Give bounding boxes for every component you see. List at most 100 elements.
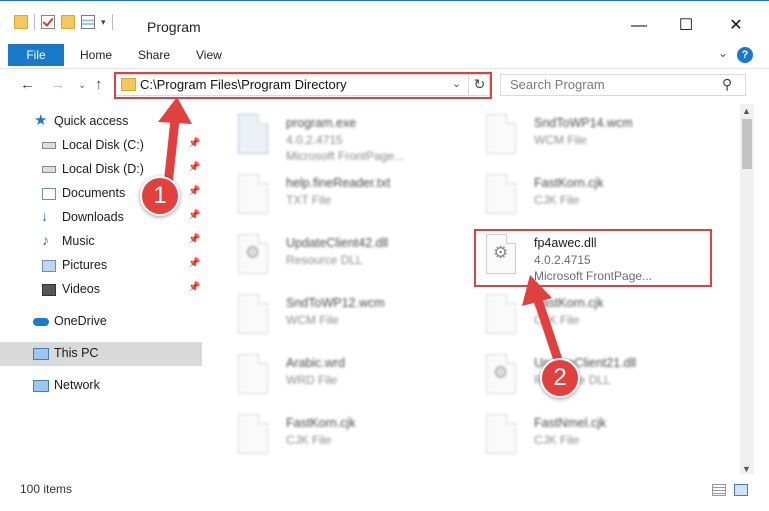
close-button[interactable]: ✕	[713, 12, 759, 40]
sidebar-item-label: Documents	[62, 186, 126, 200]
scroll-up-arrow-icon[interactable]: ▲	[742, 106, 751, 116]
file-type: CJK File	[286, 433, 332, 447]
tab-share[interactable]: Share	[138, 48, 170, 62]
documents-icon	[42, 188, 56, 200]
sidebar-item-videos[interactable]: Videos 📌	[0, 278, 202, 302]
sidebar-item-this-pc[interactable]: This PC	[0, 342, 202, 366]
file-version: 4.0.2.4715	[286, 133, 343, 147]
window-title: Program	[147, 19, 201, 35]
music-icon: ♪	[42, 232, 49, 248]
file-name: help.fineReader.txt	[286, 176, 391, 190]
network-icon	[33, 380, 49, 392]
sidebar-item-music[interactable]: ♪ Music 📌	[0, 230, 202, 254]
sidebar-item-label: Local Disk (D:)	[62, 162, 144, 176]
file-item[interactable]: FastKorn.cjk CJK File	[472, 288, 702, 348]
maximize-button[interactable]: ☐	[663, 12, 709, 40]
sidebar-item-network[interactable]: Network	[0, 374, 202, 398]
sidebar-item-label: Pictures	[62, 258, 108, 272]
file-name: UpdateClient42.dll	[286, 236, 389, 250]
scrollbar-thumb[interactable]	[742, 119, 752, 169]
tab-view[interactable]: View	[196, 48, 222, 62]
pin-icon[interactable]: 📌	[188, 138, 200, 149]
file-icon	[486, 174, 516, 214]
file-item[interactable]: SndToWP12.wcm WCM File	[224, 288, 454, 348]
folder-icon[interactable]	[14, 15, 28, 29]
sidebar-item-onedrive[interactable]: OneDrive	[0, 310, 202, 334]
customize-toolbar-chevron-icon[interactable]: ▾	[101, 17, 106, 28]
computer-icon	[33, 348, 49, 360]
file-icon	[238, 354, 268, 394]
file-name: SndToWP14.wcm	[534, 116, 633, 130]
file-item[interactable]: program.exe 4.0.2.4715 Microsoft FrontPa…	[224, 108, 454, 168]
forward-arrow-icon[interactable]: →	[50, 76, 65, 93]
help-icon[interactable]: ?	[737, 47, 753, 63]
file-name: FastKorn.cjk	[534, 296, 604, 310]
sidebar-item-label: Network	[54, 378, 100, 392]
toolbar-separator	[111, 14, 113, 30]
pin-icon[interactable]: 📌	[188, 186, 200, 197]
callout-badge-2: 2	[540, 358, 580, 398]
file-item[interactable]: ⚙ UpdateClient42.dll Resource DLL	[224, 228, 454, 288]
file-description: Microsoft FrontPage...	[286, 149, 405, 163]
file-item[interactable]: ⚙ UpdateClient21.dll Resource DLL	[472, 348, 702, 408]
file-name: FastNmel.cjk	[534, 416, 607, 430]
pictures-icon	[42, 260, 56, 272]
sidebar-item-quick-access[interactable]: ★ Quick access	[0, 110, 202, 134]
sidebar-item-label: This PC	[54, 346, 99, 360]
up-arrow-icon[interactable]: ↑	[95, 76, 103, 93]
file-type: TXT File	[286, 193, 332, 207]
file-item[interactable]: help.fineReader.txt TXT File	[224, 168, 454, 228]
expand-ribbon-chevron-icon[interactable]: ⌄	[718, 46, 728, 60]
toolbar-separator	[34, 14, 35, 30]
details-view-icon[interactable]	[712, 484, 726, 496]
pin-icon[interactable]: 📌	[188, 162, 200, 173]
file-item[interactable]: FastKorn.cjk CJK File	[224, 408, 454, 468]
file-item[interactable]: SndToWP14.wcm WCM File	[472, 108, 702, 168]
pin-icon[interactable]: 📌	[188, 258, 200, 269]
exe-file-icon	[238, 114, 268, 154]
tab-file[interactable]: File	[8, 44, 64, 66]
recent-locations-chevron-icon[interactable]: ⌄	[78, 80, 86, 91]
gear-icon: ⚙	[493, 363, 509, 382]
drive-icon	[42, 166, 56, 173]
file-name: Arabic.wrd	[286, 356, 346, 370]
file-type: Resource DLL	[286, 253, 363, 267]
search-icon[interactable]: ⚲	[722, 76, 732, 93]
file-item[interactable]: FastKorn.cjk CJK File	[472, 168, 702, 228]
file-item[interactable]: FastNmel.cjk CJK File	[472, 408, 702, 468]
properties-check-icon[interactable]	[41, 15, 55, 29]
file-icon	[486, 294, 516, 334]
file-icon	[486, 114, 516, 154]
drive-icon	[42, 142, 56, 149]
quick-access-toolbar: ▾	[14, 14, 113, 30]
ribbon	[0, 40, 769, 69]
new-folder-icon[interactable]	[61, 15, 75, 29]
file-name: FastKorn.cjk	[534, 176, 604, 190]
properties-icon[interactable]	[81, 15, 95, 29]
sidebar-item-label: Videos	[62, 282, 100, 296]
file-type: CJK File	[534, 313, 580, 327]
file-icon	[486, 414, 516, 454]
pin-icon[interactable]: 📌	[188, 234, 200, 245]
dll-file-icon: ⚙	[238, 234, 268, 274]
back-arrow-icon[interactable]: ←	[20, 76, 35, 93]
scroll-down-arrow-icon[interactable]: ▼	[742, 464, 751, 474]
sidebar-item-local-disk-d[interactable]: Local Disk (D:) 📌	[0, 158, 202, 182]
minimize-button[interactable]: —	[616, 12, 662, 40]
file-highlight-box	[474, 229, 712, 287]
download-icon: ↓	[41, 208, 48, 224]
sidebar-item-label: Local Disk (C:)	[62, 138, 144, 152]
navigation-pane: ★ Quick access Local Disk (C:) 📌 Local D…	[0, 104, 204, 474]
search-input[interactable]: Search Program	[510, 77, 605, 92]
item-count: 100 items	[20, 482, 73, 496]
pin-icon[interactable]: 📌	[188, 282, 200, 293]
sidebar-item-local-disk-c[interactable]: Local Disk (C:) 📌	[0, 134, 202, 158]
sidebar-item-label: Downloads	[62, 210, 124, 224]
file-item[interactable]: Arabic.wrd WRD File	[224, 348, 454, 408]
file-icon	[238, 414, 268, 454]
large-icons-view-icon[interactable]	[734, 484, 748, 496]
sidebar-item-pictures[interactable]: Pictures 📌	[0, 254, 202, 278]
pin-icon[interactable]: 📌	[188, 210, 200, 221]
file-icon	[238, 174, 268, 214]
tab-home[interactable]: Home	[80, 48, 112, 62]
